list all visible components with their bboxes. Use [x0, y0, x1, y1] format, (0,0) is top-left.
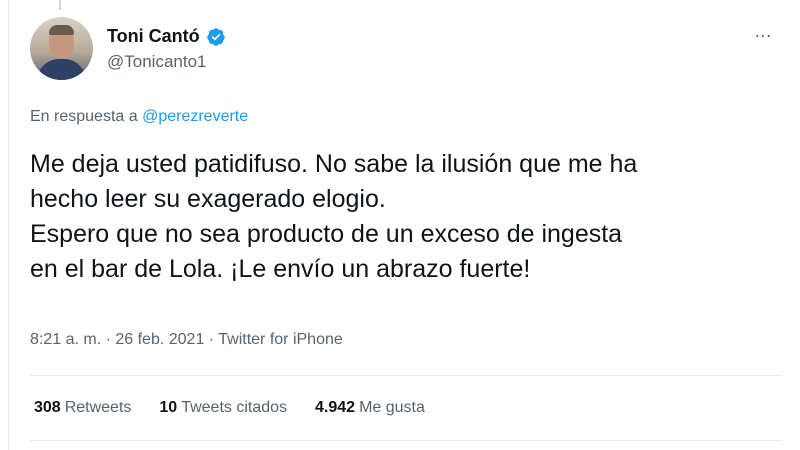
- divider: [30, 375, 782, 376]
- likes-count: 4.942: [315, 399, 356, 416]
- tweet: Toni Cantó @Tonicanto1 … En respuesta a …: [30, 0, 782, 450]
- tweet-text-line: hecho leer su exagerado elogio.: [30, 185, 386, 213]
- retweets-label: Retweets: [64, 399, 132, 416]
- timeline-border: [8, 0, 9, 450]
- avatar[interactable]: [30, 17, 93, 80]
- likes-label: Me gusta: [359, 399, 425, 416]
- tweet-text-line: en el bar de Lola. ¡Le envío un abrazo f…: [30, 255, 531, 283]
- tweet-text-line: Espero que no sea producto de un exceso …: [30, 220, 623, 248]
- retweets-stat[interactable]: 308 Retweets: [34, 399, 131, 417]
- engagement-stats: 308 Retweets 10 Tweets citados 4.942 Me gus…: [34, 399, 453, 417]
- reply-mention-link[interactable]: @perezreverte: [142, 108, 248, 125]
- tweet-text-line: Me deja usted patidifuso. No sabe la ilu…: [30, 150, 638, 178]
- avatar-hair: [49, 25, 74, 35]
- likes-stat[interactable]: 4.942 Me gusta: [315, 399, 425, 417]
- reply-prefix: En respuesta a: [30, 108, 138, 125]
- divider: [30, 440, 782, 441]
- quotes-stat[interactable]: 10 Tweets citados: [159, 399, 287, 417]
- verified-badge-icon: [206, 27, 225, 46]
- tweet-text: Me deja usted patidifuso. No sabe la ilu…: [30, 147, 782, 287]
- reply-context: En respuesta a @perezreverte: [30, 108, 248, 126]
- tweet-metadata: 8:21 a. m. · 26 feb. 2021 · Twitter for …: [30, 331, 343, 349]
- tweet-source[interactable]: Twitter for iPhone: [218, 331, 343, 348]
- author-name[interactable]: Toni Cantó: [107, 26, 200, 47]
- more-options-icon[interactable]: …: [754, 22, 773, 40]
- quotes-count: 10: [159, 399, 178, 416]
- author-name-row[interactable]: Toni Cantó: [107, 26, 226, 47]
- avatar-shirt: [37, 59, 86, 80]
- author-handle[interactable]: @Tonicanto1: [107, 52, 207, 72]
- quotes-label: Tweets citados: [181, 399, 288, 416]
- tweet-timestamp[interactable]: 8:21 a. m. · 26 feb. 2021 ·: [30, 331, 218, 348]
- retweets-count: 308: [34, 399, 61, 416]
